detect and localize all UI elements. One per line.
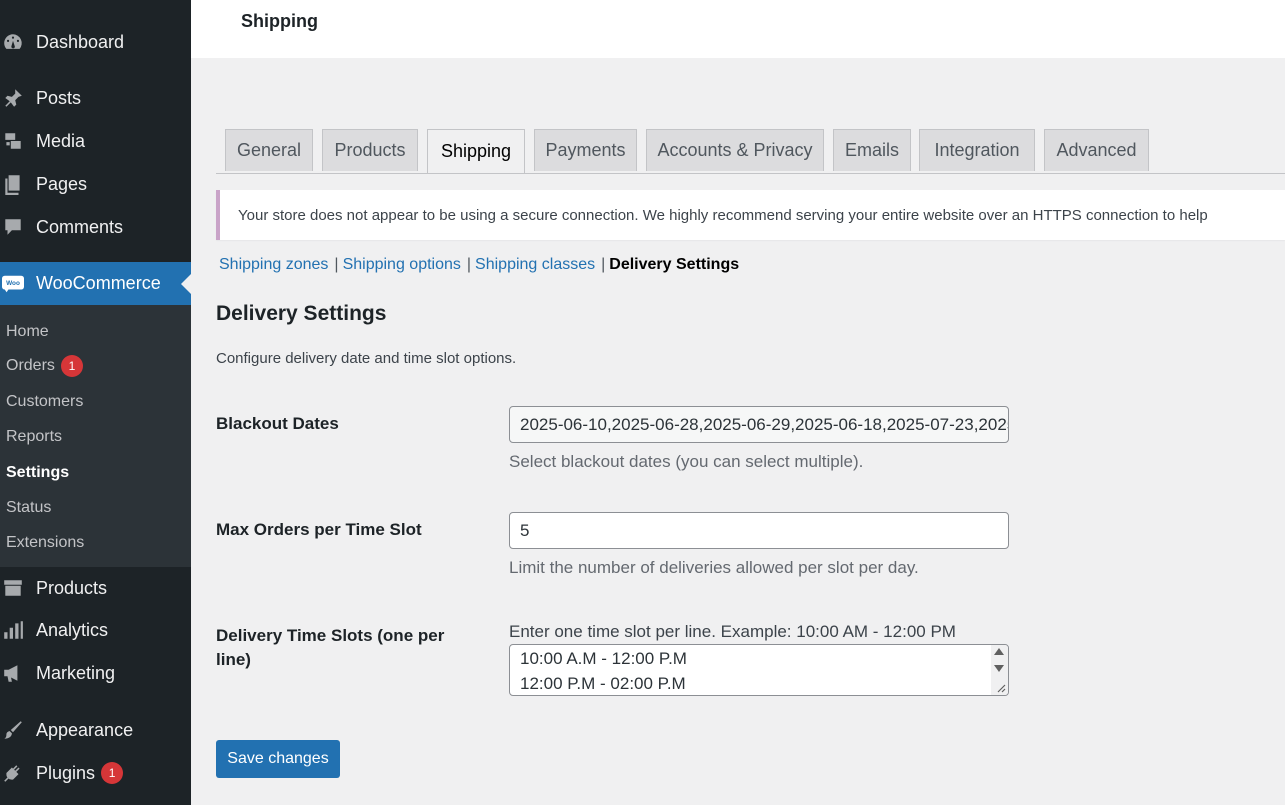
paintbrush-icon [0, 719, 36, 741]
bar-chart-icon [0, 619, 36, 641]
subnav-separator: | [334, 256, 339, 273]
time-slot-line: 12:00 P.M - 02:00 P.M [520, 674, 686, 693]
tab-advanced[interactable]: Advanced [1044, 129, 1149, 171]
submenu-settings[interactable]: Settings [6, 464, 69, 482]
section-title: Delivery Settings [216, 302, 387, 325]
link-shipping-zones[interactable]: Shipping zones [219, 256, 328, 273]
menu-comments[interactable]: Comments [0, 207, 191, 247]
submenu-reports[interactable]: Reports [6, 428, 62, 446]
page-title: Shipping [241, 11, 318, 31]
submenu-status[interactable]: Status [6, 499, 51, 517]
menu-media[interactable]: Media [0, 121, 191, 161]
menu-products[interactable]: Products [0, 568, 191, 608]
save-changes-button[interactable]: Save changes [216, 740, 340, 778]
woocommerce-icon: Woo [0, 273, 36, 295]
woocommerce-submenu: Home Orders 1 Customers Reports Settings … [0, 305, 191, 567]
orders-count-badge: 1 [60, 355, 83, 377]
scroll-up-arrow-icon[interactable] [994, 648, 1004, 655]
current-menu-arrow [181, 274, 191, 294]
menu-label: Comments [36, 216, 124, 237]
submenu-orders[interactable]: Orders 1 [6, 355, 83, 377]
archive-icon [0, 577, 36, 599]
menu-label: Appearance [36, 719, 134, 740]
blackout-dates-input[interactable]: 2025-06-10,2025-06-28,2025-06-29,2025-06… [509, 406, 1009, 443]
link-shipping-classes[interactable]: Shipping classes [475, 256, 595, 273]
max-orders-label: Max Orders per Time Slot [216, 520, 422, 539]
menu-label: Plugins [36, 762, 96, 783]
time-slot-line: 10:00 A.M - 12:00 P.M [520, 649, 687, 668]
submenu-extensions[interactable]: Extensions [6, 534, 84, 552]
time-slots-label-line: Delivery Time Slots (one per [216, 626, 445, 645]
tab-shipping[interactable]: Shipping [427, 129, 525, 173]
menu-pages[interactable]: Pages [0, 164, 191, 204]
tab-payments[interactable]: Payments [534, 129, 637, 171]
time-slots-help: Enter one time slot per line. Example: 1… [509, 622, 956, 641]
comment-icon [0, 216, 36, 238]
tab-accounts-privacy[interactable]: Accounts & Privacy [646, 129, 824, 171]
menu-dashboard[interactable]: Dashboard [0, 22, 191, 62]
settings-tabs: General Products Shipping Payments Accou… [216, 129, 1285, 174]
menu-marketing[interactable]: Marketing [0, 653, 191, 693]
menu-analytics[interactable]: Analytics [0, 610, 191, 650]
plugin-icon [0, 762, 36, 784]
menu-appearance[interactable]: Appearance [0, 710, 191, 750]
max-orders-help: Limit the number of deliveries allowed p… [509, 558, 919, 577]
menu-label: Posts [36, 87, 82, 108]
tab-products[interactable]: Products [322, 129, 418, 171]
subnav-separator: | [466, 256, 472, 273]
menu-label: Dashboard [36, 31, 125, 52]
shipping-subnav: Shipping zones | Shipping options | Shipping… [219, 256, 739, 274]
menu-label: Products [36, 577, 108, 598]
tab-general[interactable]: General [225, 129, 313, 171]
section-description: Configure delivery date and time slot op… [216, 350, 517, 367]
menu-label: Marketing [36, 662, 116, 683]
pages-icon [0, 173, 36, 195]
submenu-customers[interactable]: Customers [6, 393, 83, 411]
menu-label: Media [36, 130, 86, 151]
menu-plugins[interactable]: Plugins 1 [0, 753, 191, 793]
admin-sidebar: Dashboard Posts Media Pages Comments Woo… [0, 0, 191, 805]
https-warning-notice: Your store does not appear to be using a… [216, 190, 1285, 240]
megaphone-icon [0, 662, 36, 684]
pin-icon [0, 87, 36, 109]
blackout-dates-help: Select blackout dates (you can select mu… [509, 452, 864, 471]
tab-emails[interactable]: Emails [833, 129, 911, 171]
subnav-separator: | [601, 256, 606, 273]
menu-posts[interactable]: Posts [0, 78, 191, 118]
svg-text:Woo: Woo [6, 279, 20, 286]
blackout-dates-label: Blackout Dates [216, 414, 339, 433]
scroll-down-arrow-icon[interactable] [994, 665, 1004, 672]
menu-woocommerce[interactable]: Woo WooCommerce [0, 262, 191, 305]
page-header: Shipping [191, 0, 1285, 58]
menu-label: WooCommerce [36, 273, 161, 293]
resize-handle-icon[interactable] [996, 683, 1006, 693]
menu-label: Analytics [36, 619, 109, 640]
link-shipping-options[interactable]: Shipping options [343, 256, 461, 273]
media-icon [0, 130, 36, 152]
submenu-home[interactable]: Home [6, 323, 49, 341]
time-slots-label-line: line) [216, 650, 251, 669]
plugins-update-badge: 1 [101, 762, 124, 784]
dashboard-icon [0, 31, 36, 53]
current-subsection: Delivery Settings [609, 256, 740, 273]
menu-label: Pages [36, 173, 88, 194]
tab-integration[interactable]: Integration [919, 129, 1035, 171]
time-slots-textarea[interactable]: 10:00 A.M - 12:00 P.M 12:00 P.M - 02:00 … [509, 644, 1009, 696]
max-orders-input[interactable]: 5 [509, 512, 1009, 549]
time-slots-label: Delivery Time Slots (one per line) [216, 624, 444, 672]
